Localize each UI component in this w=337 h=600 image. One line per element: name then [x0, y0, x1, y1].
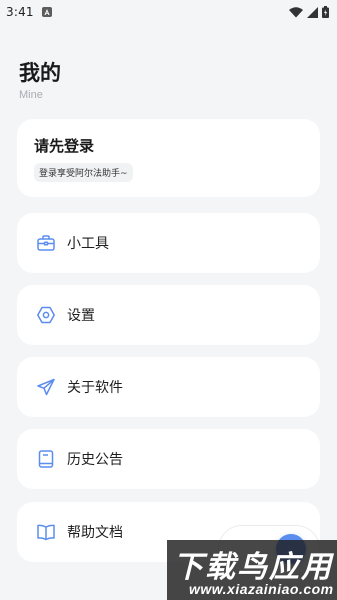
status-bar: 3:41 [0, 0, 337, 24]
status-time: 3:41 [6, 5, 34, 19]
page-title: 我的 [19, 61, 61, 85]
menu-label: 帮助文档 [67, 525, 123, 541]
menu-label: 历史公告 [67, 452, 123, 468]
menu-label: 关于软件 [67, 380, 123, 396]
book-icon [35, 448, 57, 470]
battery-icon [322, 6, 329, 18]
login-card[interactable]: 请先登录 登录享受阿尔法助手~ [17, 119, 320, 197]
open-book-icon [35, 521, 57, 543]
menu-item-tools[interactable]: 小工具 [17, 213, 320, 273]
login-hint-badge: 登录享受阿尔法助手~ [34, 163, 133, 182]
watermark-url: www.xiazainiao.com [189, 581, 334, 597]
watermark: 下载鸟应用 www.xiazainiao.com [167, 540, 337, 600]
menu-item-settings[interactable]: 设置 [17, 285, 320, 345]
settings-hexagon-icon [35, 304, 57, 326]
signal-icon [307, 6, 318, 18]
menu-label: 设置 [67, 308, 95, 324]
paper-plane-icon [35, 376, 57, 398]
menu-label: 小工具 [67, 236, 109, 252]
login-title[interactable]: 请先登录 [34, 135, 320, 156]
watermark-title: 下载鸟应用 [173, 550, 333, 585]
status-left: 3:41 [6, 5, 52, 19]
toolbox-icon [35, 232, 57, 254]
menu-item-about[interactable]: 关于软件 [17, 357, 320, 417]
wifi-icon [289, 6, 303, 17]
menu-item-announcements[interactable]: 历史公告 [17, 429, 320, 489]
a-letter-icon [41, 7, 52, 17]
status-right [289, 6, 329, 18]
page-subtitle: Mine [19, 89, 43, 101]
